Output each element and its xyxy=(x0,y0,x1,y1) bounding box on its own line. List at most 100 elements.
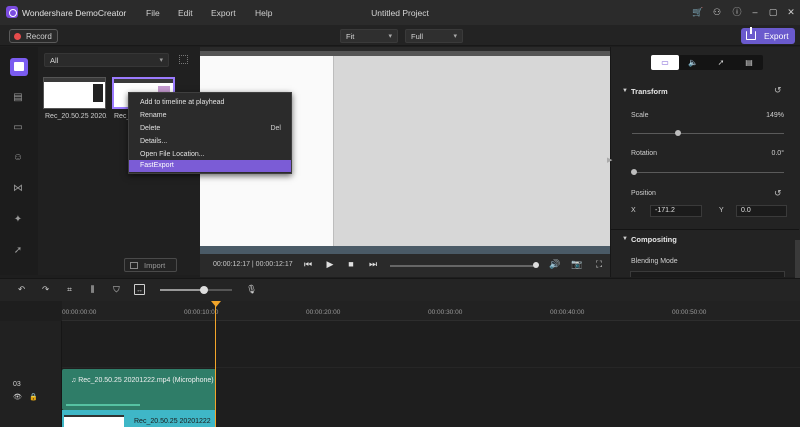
audio-waveform xyxy=(66,404,140,406)
sticker-icon[interactable]: ☺ xyxy=(11,151,25,165)
x-label: X xyxy=(631,207,636,214)
tab-captions-icon[interactable]: ▤ xyxy=(735,55,763,70)
preview-divider xyxy=(333,56,334,246)
ctx-details[interactable]: Details... xyxy=(129,136,291,148)
video-clip-thumbnail xyxy=(64,415,124,427)
microphone-icon[interactable]: 🎙 xyxy=(246,284,257,295)
export-label: Export xyxy=(764,31,789,41)
play-icon[interactable]: ▶ xyxy=(324,258,336,270)
tick-label: 00:00:50:00 xyxy=(672,309,707,316)
captions-icon[interactable]: ▤ xyxy=(11,91,25,105)
lock-icon[interactable]: 🔒 xyxy=(29,393,38,401)
volume-icon[interactable]: 🔊 xyxy=(549,258,561,270)
ctx-item-label: Add to timeline at playhead xyxy=(140,99,225,106)
media-item-thumbnail[interactable] xyxy=(43,77,106,109)
timecode: 00:00:12:17 | 00:00:12:17 xyxy=(213,261,293,268)
collapse-arrow-icon[interactable]: ▼ xyxy=(622,88,628,94)
crop-icon[interactable]: ⌗ xyxy=(64,284,75,295)
scale-slider-handle[interactable] xyxy=(675,130,681,136)
fit-select[interactable]: Fit ▾ xyxy=(340,29,398,43)
tab-video-icon[interactable]: ▭ xyxy=(651,55,679,70)
ctx-item-label: Open File Location... xyxy=(140,151,205,158)
export-button[interactable]: Export xyxy=(741,27,795,44)
import-button[interactable]: Import xyxy=(124,258,177,272)
rotation-label: Rotation xyxy=(631,150,658,157)
blending-mode-select[interactable] xyxy=(630,271,785,277)
cursor-effects-icon[interactable]: ➚ xyxy=(11,244,25,258)
scale-label: Scale xyxy=(631,112,649,119)
stop-icon[interactable]: ■ xyxy=(345,258,357,270)
playhead[interactable] xyxy=(215,303,216,427)
next-frame-icon[interactable]: ⏭ xyxy=(367,258,379,270)
ctx-delete[interactable]: Delete Del xyxy=(129,123,291,135)
marker-icon[interactable]: ⛉ xyxy=(111,284,122,295)
position-label: Position xyxy=(631,190,656,197)
export-icon xyxy=(746,27,756,40)
help-icon[interactable]: ⓘ xyxy=(731,6,743,18)
transitions-icon[interactable]: ⋈ xyxy=(11,182,25,196)
fit-select-value: Fit xyxy=(346,32,355,41)
ctx-shortcut: Del xyxy=(270,125,281,132)
menu-help[interactable]: Help xyxy=(255,8,272,18)
annotation-icon[interactable]: ▭ xyxy=(11,121,25,135)
preview-bottom-bar xyxy=(200,246,610,254)
scale-value: 149% xyxy=(766,112,784,119)
reset-icon[interactable]: ↺ xyxy=(774,188,782,199)
ctx-add-to-timeline[interactable]: Add to timeline at playhead xyxy=(129,97,291,109)
undo-icon[interactable]: ↶ xyxy=(16,284,27,295)
app-logo-icon xyxy=(6,6,18,18)
video-clip[interactable]: Rec_20.50.25 20201222 xyxy=(62,410,216,427)
rotation-slider[interactable] xyxy=(632,172,784,173)
reset-icon[interactable]: ↺ xyxy=(774,85,782,96)
record-button[interactable]: Record xyxy=(9,29,58,43)
previous-frame-icon[interactable]: ⏮ xyxy=(302,258,314,270)
collapse-arrow-icon[interactable]: ▼ xyxy=(622,236,628,242)
grid-view-icon[interactable] xyxy=(179,55,188,64)
fit-timeline-icon[interactable]: ↔ xyxy=(134,284,145,295)
redo-icon[interactable]: ↷ xyxy=(40,284,51,295)
menu-edit[interactable]: Edit xyxy=(178,8,193,18)
panel-toggle-icon[interactable]: ▶ xyxy=(607,156,612,164)
scrubber-handle[interactable] xyxy=(533,262,539,268)
ctx-fastexport[interactable]: FastExport xyxy=(129,160,291,172)
snapshot-icon[interactable]: 📷 xyxy=(571,258,583,270)
quality-select[interactable]: Full ▾ xyxy=(405,29,463,43)
media-item-label: Rec_20.50.25 2020... xyxy=(45,113,107,120)
y-label: Y xyxy=(719,207,724,214)
playhead-handle[interactable] xyxy=(211,301,221,307)
scale-slider[interactable] xyxy=(632,133,784,134)
ctx-rename[interactable]: Rename xyxy=(129,110,291,122)
playback-scrubber[interactable] xyxy=(390,265,536,267)
split-icon[interactable]: ⫼ xyxy=(87,284,98,295)
media-filter-value: All xyxy=(50,56,59,65)
close-icon[interactable]: ✕ xyxy=(785,6,797,18)
fullscreen-icon[interactable]: ⛶ xyxy=(593,258,605,270)
compositing-title: Compositing xyxy=(631,235,677,244)
tab-audio-icon[interactable]: 🔈 xyxy=(679,55,707,70)
audio-clip[interactable]: ♫ Rec_20.50.25 20201222.mp4 (Microphone) xyxy=(62,369,216,410)
eye-icon[interactable]: 👁 xyxy=(13,393,22,401)
record-label: Record xyxy=(26,32,52,41)
user-icon[interactable]: ⚇ xyxy=(711,6,723,18)
media-filter-select[interactable]: All ▾ xyxy=(44,53,169,67)
chevron-down-icon: ▾ xyxy=(159,57,163,64)
minimize-icon[interactable]: – xyxy=(749,6,761,18)
position-x-input[interactable]: -171.2 xyxy=(650,205,702,217)
effects-icon[interactable]: ✦ xyxy=(11,213,25,227)
blending-mode-label: Blending Mode xyxy=(631,258,678,265)
menu-export[interactable]: Export xyxy=(211,8,236,18)
position-y-input[interactable]: 0.0 xyxy=(736,205,787,217)
zoom-slider-handle[interactable] xyxy=(200,286,208,294)
chevron-down-icon: ▾ xyxy=(453,33,457,40)
tab-cursor-icon[interactable]: ➚ xyxy=(707,55,735,70)
tick-label: 00:00:40:00 xyxy=(550,309,585,316)
chevron-down-icon: ▾ xyxy=(388,33,392,40)
audio-clip-name: Rec_20.50.25 20201222.mp4 (Microphone) xyxy=(78,377,214,384)
media-library-icon[interactable] xyxy=(10,58,28,76)
audio-clip-label: ♫ Rec_20.50.25 20201222.mp4 (Microphone) xyxy=(71,377,214,384)
menu-file[interactable]: File xyxy=(146,8,160,18)
lane-separator xyxy=(62,367,800,368)
cart-icon[interactable]: 🛒 xyxy=(692,6,704,18)
rotation-slider-handle[interactable] xyxy=(631,169,637,175)
maximize-icon[interactable]: ▢ xyxy=(767,6,779,18)
